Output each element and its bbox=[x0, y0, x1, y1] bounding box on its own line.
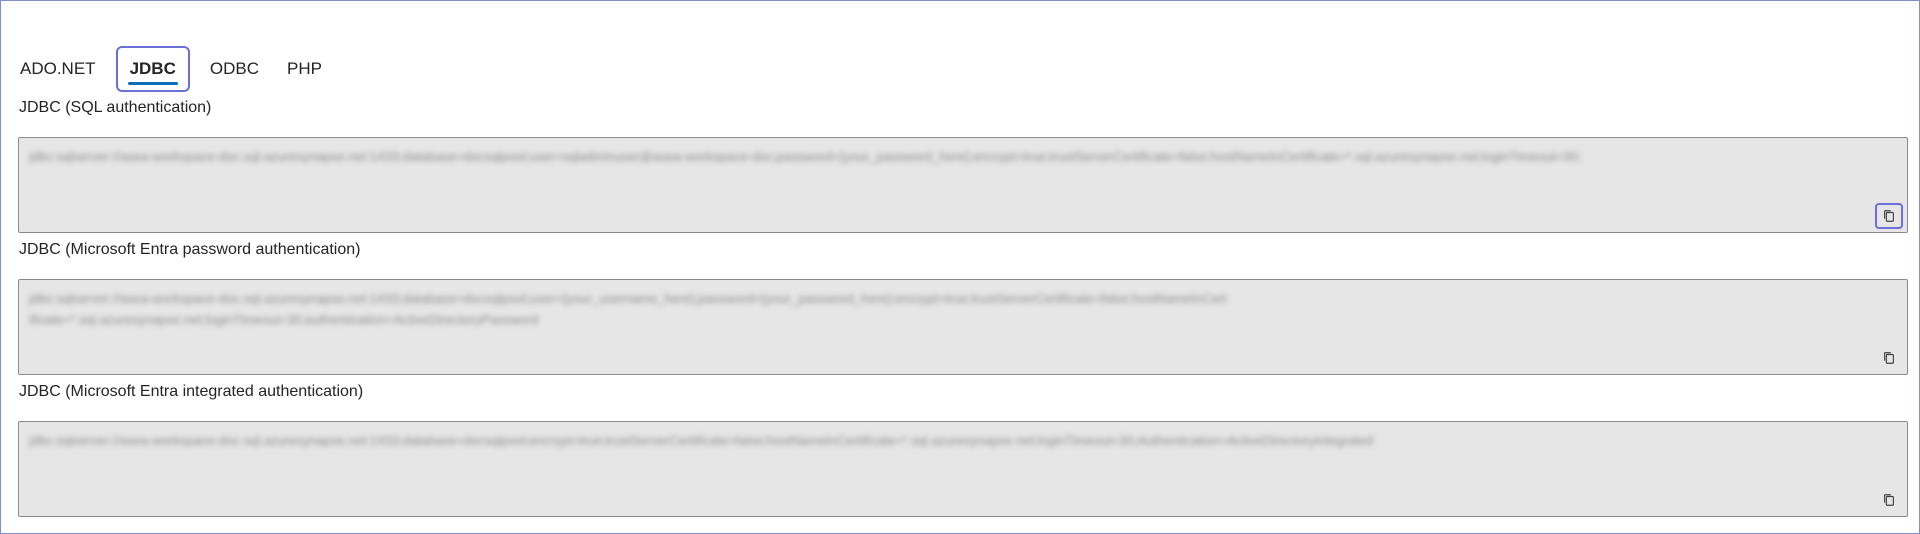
connection-type-tabs: ADO.NET JDBC ODBC PHP bbox=[18, 46, 336, 92]
copy-button[interactable] bbox=[1875, 487, 1903, 513]
copy-icon bbox=[1884, 210, 1894, 222]
section-label-sql-auth: JDBC (SQL authentication) bbox=[19, 99, 212, 116]
copy-icon bbox=[1884, 494, 1894, 506]
connection-string-box-entra-password[interactable]: jdbc:sqlserver://asea-workspace-doc.sql.… bbox=[18, 279, 1908, 375]
copy-icon bbox=[1884, 352, 1894, 364]
copy-button[interactable] bbox=[1875, 203, 1903, 229]
connection-string-text[interactable]: jdbc:sqlserver://asea-workspace-doc.sql.… bbox=[29, 288, 1229, 330]
section-label-entra-integrated-auth: JDBC (Microsoft Entra integrated authent… bbox=[19, 383, 364, 400]
connection-string-box-entra-integrated[interactable]: jdbc:sqlserver://asea-workspace-doc.sql.… bbox=[18, 421, 1908, 517]
section-label-entra-password-auth: JDBC (Microsoft Entra password authentic… bbox=[19, 241, 361, 258]
connection-string-box-sql-auth[interactable]: jdbc:sqlserver://asea-workspace-doc.sql.… bbox=[18, 137, 1908, 233]
tab-php[interactable]: PHP bbox=[273, 46, 336, 92]
copy-button[interactable] bbox=[1875, 345, 1903, 371]
tab-ado-net[interactable]: ADO.NET bbox=[18, 46, 110, 92]
tab-odbc[interactable]: ODBC bbox=[196, 46, 273, 92]
connection-string-text[interactable]: jdbc:sqlserver://asea-workspace-doc.sql.… bbox=[29, 430, 1897, 451]
tab-jdbc[interactable]: JDBC bbox=[115, 46, 190, 92]
connection-string-text[interactable]: jdbc:sqlserver://asea-workspace-doc.sql.… bbox=[29, 146, 1897, 167]
